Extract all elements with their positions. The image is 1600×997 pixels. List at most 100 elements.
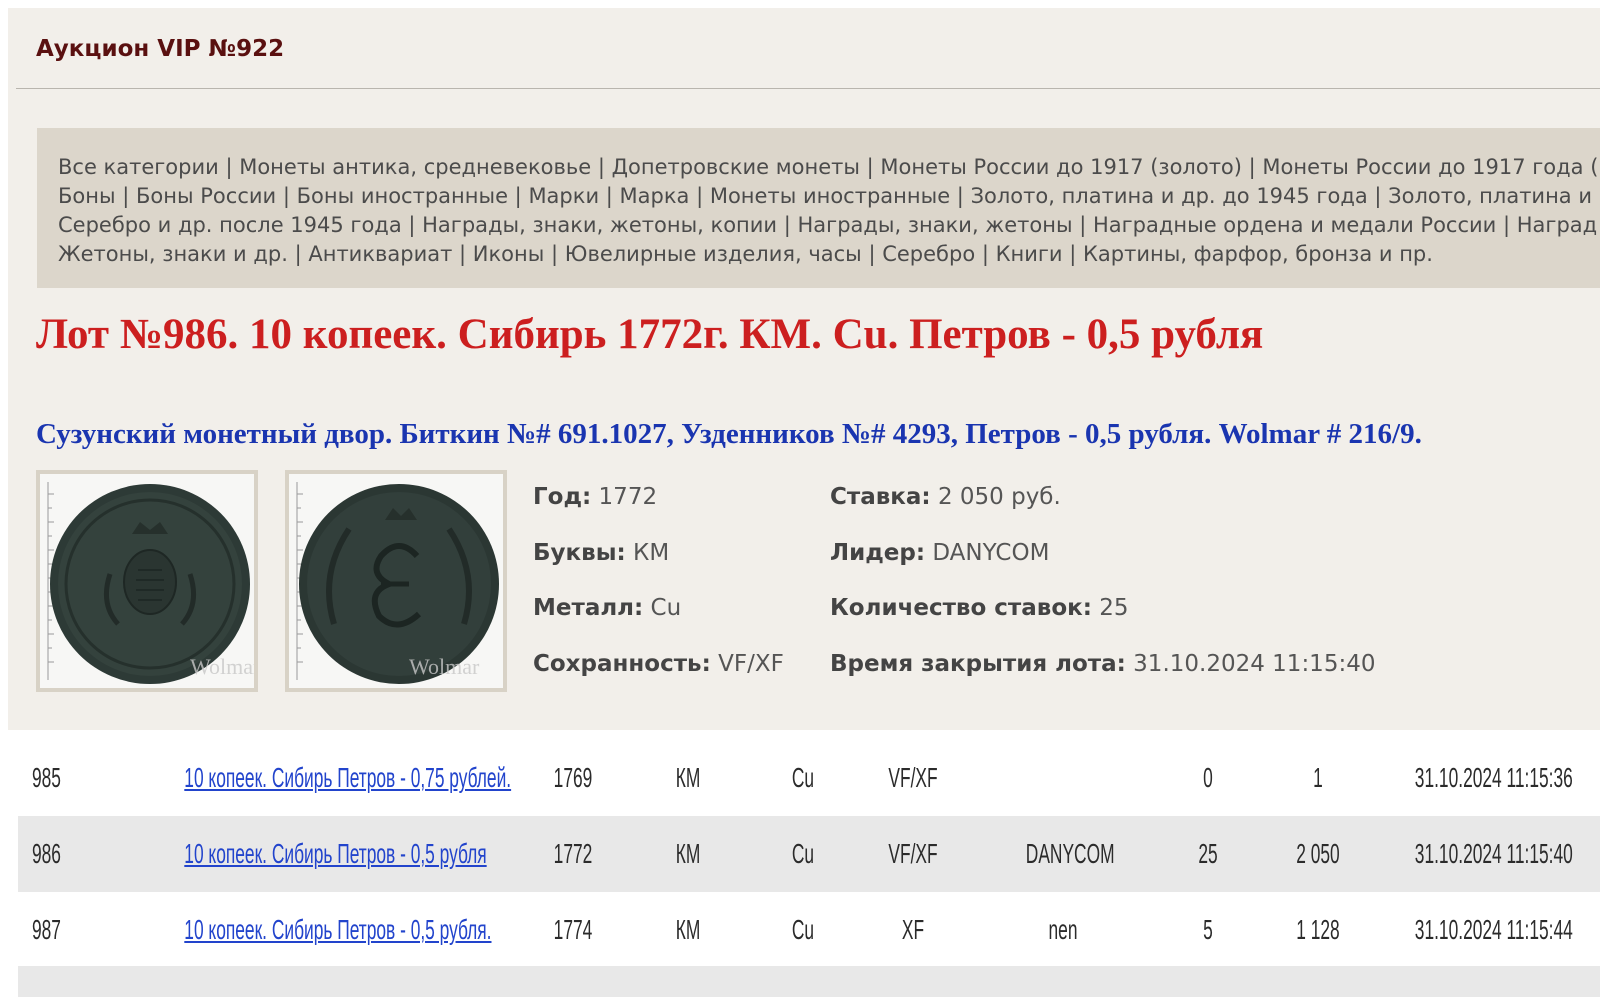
lot-bid: Ставка: 2 050 руб. bbox=[830, 484, 1061, 510]
category-line-1: Все категории | Монеты антика, средневек… bbox=[58, 152, 1598, 182]
cell-grade: VF/XF bbox=[888, 838, 938, 869]
category-link[interactable]: Картины, фарфор, бронза и пр. bbox=[1083, 242, 1433, 266]
cell-year: 1772 bbox=[553, 838, 593, 869]
cell-lot-number: 987 bbox=[32, 914, 61, 945]
cell-lot-name-link[interactable]: 10 копеек. Сибирь Петров - 0,5 рубля bbox=[184, 816, 486, 892]
lot-grade: Сохранность: VF/XF bbox=[533, 651, 784, 677]
cell-leader bbox=[1026, 740, 1100, 816]
category-separator: | bbox=[276, 184, 297, 208]
category-link[interactable]: Все категории bbox=[58, 155, 219, 179]
cell-price: 2 050 bbox=[1296, 838, 1340, 869]
lot-bid-label: Ставка: bbox=[830, 484, 931, 510]
watermark-reverse: Wolmar bbox=[409, 654, 480, 679]
category-separator: | bbox=[508, 184, 529, 208]
lot-bid-value: 2 050 руб. bbox=[937, 484, 1061, 510]
category-link[interactable]: Награды, знаки, жетоны bbox=[798, 213, 1073, 237]
coin-obverse-image[interactable]: Wolmar bbox=[36, 470, 258, 692]
cell-grade: VF/XF bbox=[888, 762, 938, 793]
category-separator: | bbox=[1072, 213, 1093, 237]
cell-close-time: 31.10.2024 11:15:40 bbox=[1414, 838, 1573, 869]
category-separator: | bbox=[950, 184, 971, 208]
category-separator: | bbox=[401, 213, 423, 237]
cell-close-time: 31.10.2024 11:15:44 bbox=[1414, 914, 1573, 945]
category-link[interactable]: Монеты России до 1917 (золото) bbox=[880, 155, 1242, 179]
category-link[interactable]: Монеты антика, средневековье bbox=[239, 155, 591, 179]
cell-leader: nen bbox=[1048, 914, 1078, 945]
category-separator: | bbox=[689, 184, 710, 208]
lot-letters-label: Буквы: bbox=[533, 540, 626, 566]
cell-bids: 5 bbox=[1203, 914, 1213, 945]
auction-title: Аукцион VIP №922 bbox=[36, 36, 285, 62]
coin-reverse-image[interactable]: Wolmar bbox=[285, 470, 507, 692]
cell-letters: КМ bbox=[675, 762, 701, 793]
lot-grade-value: VF/XF bbox=[718, 651, 784, 677]
cell-grade: XF bbox=[901, 914, 925, 945]
category-link[interactable]: Жетоны, знаки и др. bbox=[58, 242, 288, 266]
category-separator: | bbox=[1062, 242, 1084, 266]
category-line-3: Серебро и др. после 1945 года | Награды,… bbox=[58, 210, 1597, 240]
cell-year: 1769 bbox=[553, 762, 593, 793]
category-link[interactable]: Антиквариат bbox=[308, 242, 452, 266]
category-link[interactable]: Наград bbox=[1517, 213, 1597, 237]
lot-year-value: 1772 bbox=[598, 484, 658, 510]
category-separator: | bbox=[1367, 184, 1389, 208]
category-link[interactable]: Боны России bbox=[136, 184, 276, 208]
lot-close-time: Время закрытия лота: 31.10.2024 11:15:40 bbox=[830, 651, 1375, 677]
cell-letters: КМ bbox=[675, 914, 701, 945]
lot-bids-count-value: 25 bbox=[1099, 595, 1129, 621]
cell-lot-name-link[interactable]: 10 копеек. Сибирь Петров - 0,75 рублей. bbox=[184, 740, 511, 816]
category-link[interactable]: Иконы bbox=[473, 242, 545, 266]
lot-bids-count: Количество ставок: 25 bbox=[830, 595, 1129, 621]
category-link[interactable]: Ювелирные изделия, часы bbox=[565, 242, 862, 266]
category-link[interactable]: Допетровские монеты bbox=[612, 155, 860, 179]
lot-year: Год: 1772 bbox=[533, 484, 657, 510]
lot-grade-label: Сохранность: bbox=[533, 651, 711, 677]
category-separator: | bbox=[777, 213, 798, 237]
category-separator: | bbox=[859, 155, 881, 179]
header-divider bbox=[16, 88, 1600, 89]
cell-price: 1 bbox=[1313, 762, 1323, 793]
page-panel: Аукцион VIP №922 Все категории | Монеты … bbox=[8, 8, 1600, 730]
category-link[interactable]: Серебро и др. после 1945 года bbox=[58, 213, 402, 237]
category-link[interactable]: Книги bbox=[996, 242, 1063, 266]
lot-year-label: Год: bbox=[533, 484, 592, 510]
category-link[interactable]: Серебро bbox=[882, 242, 975, 266]
category-link[interactable]: Золото, платина и bbox=[1388, 184, 1592, 208]
lot-leader-label: Лидер: bbox=[830, 540, 926, 566]
category-line-2: Боны | Боны России | Боны иностранные | … bbox=[58, 181, 1592, 211]
cell-bids: 25 bbox=[1198, 838, 1218, 869]
category-line-4: Жетоны, знаки и др. | Антиквариат | Икон… bbox=[58, 239, 1433, 269]
category-separator: | bbox=[599, 184, 620, 208]
category-separator: | bbox=[1496, 213, 1517, 237]
cell-lot-name-link[interactable]: 10 копеек. Сибирь Петров - 0,5 рубля. bbox=[184, 892, 491, 968]
cell-metal: Cu bbox=[791, 762, 815, 793]
category-separator: | bbox=[115, 184, 137, 208]
lot-leader-value: DANYCOM bbox=[932, 540, 1050, 566]
cell-lot-number: 985 bbox=[32, 762, 61, 793]
lot-close-time-value: 31.10.2024 11:15:40 bbox=[1133, 651, 1376, 677]
category-menu: Все категории | Монеты антика, средневек… bbox=[37, 128, 1600, 288]
cell-year: 1774 bbox=[553, 914, 593, 945]
category-link[interactable]: Монеты России до 1917 года ( bbox=[1262, 155, 1598, 179]
watermark-obverse: Wolmar bbox=[190, 654, 254, 679]
cell-price: 1 128 bbox=[1296, 914, 1340, 945]
category-link[interactable]: Боны иностранные bbox=[297, 184, 508, 208]
category-link[interactable]: Марка bbox=[620, 184, 690, 208]
category-link[interactable]: Боны bbox=[58, 184, 116, 208]
category-separator: | bbox=[452, 242, 473, 266]
category-separator: | bbox=[218, 155, 240, 179]
category-link[interactable]: Наградные ордена и медали России bbox=[1093, 213, 1496, 237]
lot-letters-value: КМ bbox=[633, 540, 670, 566]
category-separator: | bbox=[287, 242, 309, 266]
lot-letters: Буквы: КМ bbox=[533, 540, 669, 566]
cell-close-time: 31.10.2024 11:15:36 bbox=[1414, 762, 1573, 793]
category-link[interactable]: Марки bbox=[528, 184, 599, 208]
category-link[interactable]: Золото, платина и др. до 1945 года bbox=[971, 184, 1368, 208]
cell-metal: Cu bbox=[791, 838, 815, 869]
lot-close-time-label: Время закрытия лота: bbox=[830, 651, 1126, 677]
lot-metal-value: Cu bbox=[650, 595, 682, 621]
category-separator: | bbox=[591, 155, 612, 179]
category-link[interactable]: Награды, знаки, жетоны, копии bbox=[422, 213, 777, 237]
category-separator: | bbox=[861, 242, 883, 266]
category-link[interactable]: Монеты иностранные bbox=[710, 184, 950, 208]
